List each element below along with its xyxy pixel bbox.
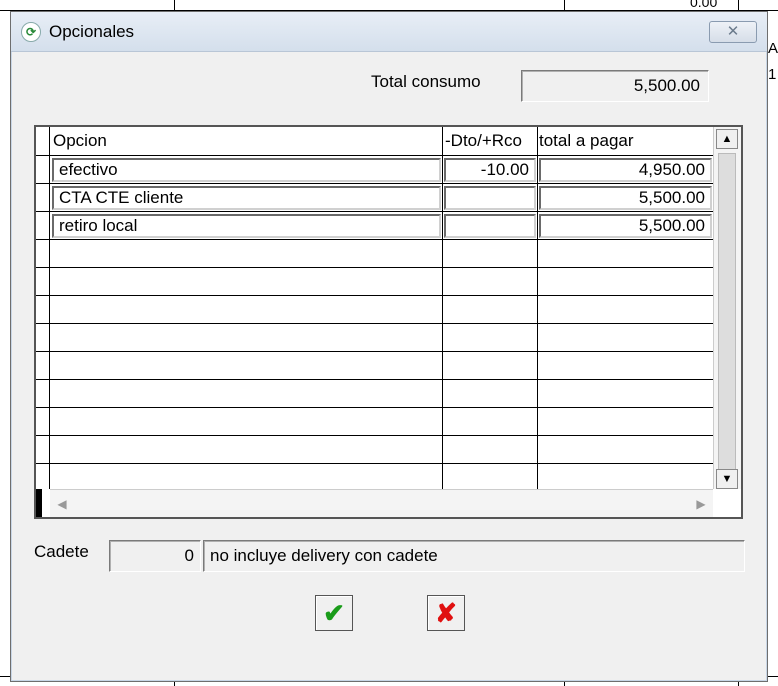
app-logo-icon: ⟳ bbox=[21, 22, 41, 42]
record-marker bbox=[36, 489, 42, 517]
close-button[interactable]: ✕ bbox=[709, 21, 757, 43]
column-header-dto[interactable]: -Dto/+Rco bbox=[445, 131, 522, 151]
opcionales-dialog: ⟳ Opcionales ✕ Total consumo 5,500.00 Op… bbox=[10, 11, 768, 682]
background-edge-char: 1 bbox=[768, 66, 777, 83]
column-header-opcion[interactable]: Opcion bbox=[53, 131, 107, 151]
opcion-cell[interactable]: retiro local bbox=[52, 214, 441, 238]
total-consumo-label: Total consumo bbox=[371, 72, 481, 91]
cadete-description-field: no incluye delivery con cadete bbox=[203, 540, 745, 572]
dto-cell[interactable] bbox=[444, 214, 536, 238]
title-bar[interactable]: ⟳ Opcionales ✕ bbox=[11, 12, 767, 52]
total-cell[interactable]: 5,500.00 bbox=[539, 214, 712, 238]
column-header-total[interactable]: total a pagar bbox=[539, 131, 634, 151]
opcion-cell[interactable]: efectivo bbox=[52, 158, 441, 182]
confirm-button[interactable]: ✔ bbox=[315, 595, 353, 631]
scroll-right-icon[interactable]: ▶ bbox=[691, 494, 711, 514]
total-consumo-field: 5,500.00 bbox=[521, 70, 709, 102]
horizontal-scrollbar[interactable]: ◀ ▶ bbox=[50, 489, 713, 517]
scroll-thumb[interactable] bbox=[718, 153, 736, 471]
vertical-scrollbar[interactable]: ▲ ▼ bbox=[713, 127, 741, 489]
dto-cell[interactable]: -10.00 bbox=[444, 158, 536, 182]
cadete-number-field: 0 bbox=[109, 540, 201, 572]
opciones-grid: Opcion -Dto/+Rco total a pagar efectivo … bbox=[34, 125, 743, 519]
checkmark-icon: ✔ bbox=[323, 598, 345, 628]
x-mark-icon: ✘ bbox=[435, 598, 457, 628]
cancel-button[interactable]: ✘ bbox=[427, 595, 465, 631]
total-cell[interactable]: 4,950.00 bbox=[539, 158, 712, 182]
cadete-label: Cadete bbox=[34, 542, 89, 561]
total-cell[interactable]: 5,500.00 bbox=[539, 186, 712, 210]
window-title: Opcionales bbox=[49, 22, 135, 41]
scroll-up-icon[interactable]: ▲ bbox=[716, 129, 738, 149]
close-icon: ✕ bbox=[726, 23, 740, 40]
scroll-down-icon[interactable]: ▼ bbox=[716, 469, 738, 489]
dto-cell[interactable] bbox=[444, 186, 536, 210]
background-value: 0.00 bbox=[690, 0, 718, 10]
background-edge-char: A bbox=[768, 40, 778, 57]
scroll-left-icon[interactable]: ◀ bbox=[52, 494, 72, 514]
opcion-cell[interactable]: CTA CTE cliente bbox=[52, 186, 441, 210]
